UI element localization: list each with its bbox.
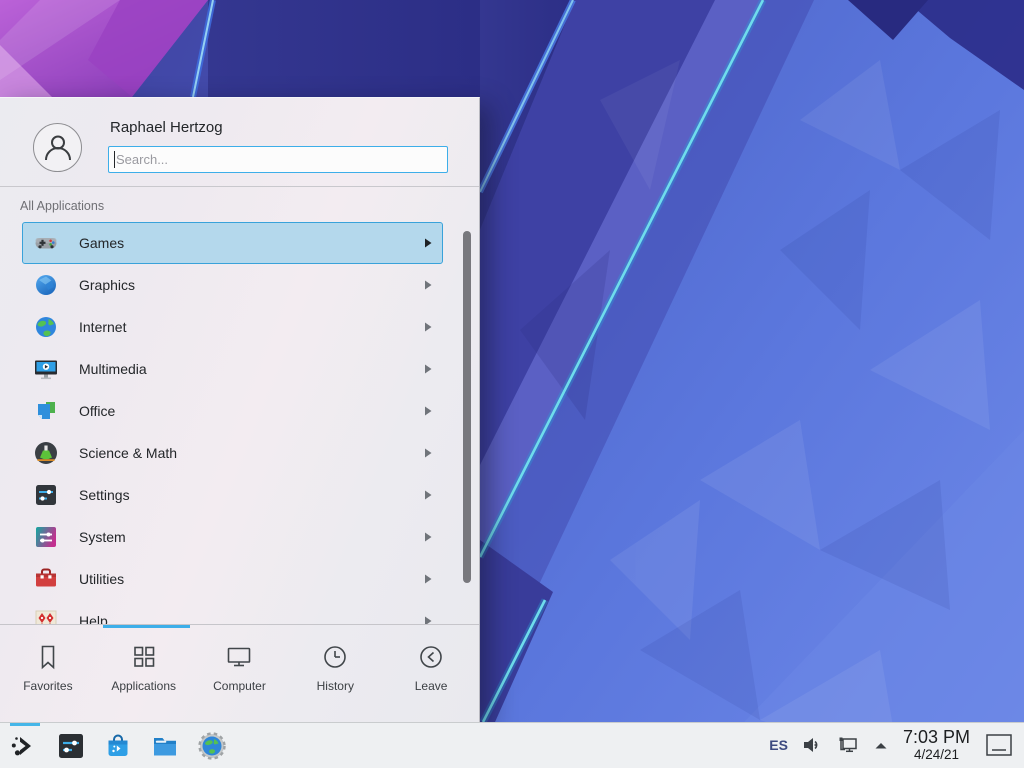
category-help[interactable]: Help xyxy=(22,600,443,625)
category-label: Internet xyxy=(79,319,126,335)
submenu-arrow-icon xyxy=(424,364,432,374)
clock-time: 7:03 PM xyxy=(903,728,970,747)
clock-icon xyxy=(320,642,350,672)
office-icon xyxy=(33,398,59,424)
category-list: Games Graphics xyxy=(0,218,479,625)
tab-label: Applications xyxy=(111,679,176,693)
application-launcher-menu: Raphael Hertzog All Applications xyxy=(0,97,480,722)
system-settings-icon xyxy=(56,731,86,761)
category-graphics[interactable]: Graphics xyxy=(22,264,443,306)
category-science-math[interactable]: Science & Math xyxy=(22,432,443,474)
system-settings-button[interactable] xyxy=(55,730,87,762)
submenu-arrow-icon xyxy=(424,322,432,332)
submenu-arrow-icon xyxy=(424,406,432,416)
launcher-footer: Favorites Applications Computer xyxy=(0,624,479,722)
menu-scrollbar[interactable] xyxy=(463,231,471,583)
file-manager-button[interactable] xyxy=(149,730,181,762)
tab-leave[interactable]: Leave xyxy=(383,642,479,722)
tab-favorites[interactable]: Favorites xyxy=(0,642,96,722)
network-icon xyxy=(837,735,859,755)
monitor-icon xyxy=(224,642,254,672)
category-label: Settings xyxy=(79,487,130,503)
category-label: Graphics xyxy=(79,277,135,293)
category-office[interactable]: Office xyxy=(22,390,443,432)
kde-launcher-icon xyxy=(9,731,39,761)
keyboard-layout-indicator[interactable]: ES xyxy=(769,737,788,753)
category-label: Science & Math xyxy=(79,445,177,461)
tab-label: History xyxy=(317,679,354,693)
clock-date: 4/24/21 xyxy=(903,748,970,763)
tab-history[interactable]: History xyxy=(287,642,383,722)
submenu-arrow-icon xyxy=(424,574,432,584)
discover-button[interactable] xyxy=(102,730,134,762)
user-avatar[interactable] xyxy=(33,123,82,172)
web-browser-button[interactable] xyxy=(196,730,228,762)
category-internet[interactable]: Internet xyxy=(22,306,443,348)
launcher-header: Raphael Hertzog xyxy=(0,98,479,187)
submenu-arrow-icon xyxy=(424,280,432,290)
caret-up-icon xyxy=(873,738,889,752)
internet-icon xyxy=(33,314,59,340)
user-name: Raphael Hertzog xyxy=(110,119,223,136)
category-label: System xyxy=(79,529,126,545)
settings-icon xyxy=(33,482,59,508)
volume-button[interactable] xyxy=(802,735,823,755)
network-button[interactable] xyxy=(837,735,859,755)
search-field-wrap xyxy=(108,146,448,173)
expand-tray-button[interactable] xyxy=(873,738,889,752)
category-settings[interactable]: Settings xyxy=(22,474,443,516)
grid-icon xyxy=(129,642,159,672)
bookmark-icon xyxy=(33,642,63,672)
category-label: Games xyxy=(79,235,124,251)
games-icon xyxy=(33,230,59,256)
system-icon xyxy=(33,524,59,550)
category-label: Office xyxy=(79,403,115,419)
section-label: All Applications xyxy=(20,199,104,213)
utilities-icon xyxy=(33,566,59,592)
tab-label: Favorites xyxy=(23,679,72,693)
active-task-indicator xyxy=(10,723,40,726)
category-games[interactable]: Games xyxy=(22,222,443,264)
science-icon xyxy=(33,440,59,466)
search-input[interactable] xyxy=(108,146,448,173)
show-desktop-icon xyxy=(984,731,1014,759)
show-desktop-button[interactable] xyxy=(984,730,1014,760)
submenu-arrow-icon xyxy=(424,532,432,542)
category-utilities[interactable]: Utilities xyxy=(22,558,443,600)
category-multimedia[interactable]: Multimedia xyxy=(22,348,443,390)
application-launcher-button[interactable] xyxy=(8,730,40,762)
submenu-arrow-icon xyxy=(424,490,432,500)
category-label: Multimedia xyxy=(79,361,147,377)
tab-label: Computer xyxy=(213,679,266,693)
tab-label: Leave xyxy=(415,679,448,693)
active-tab-indicator xyxy=(103,625,190,628)
category-system[interactable]: System xyxy=(22,516,443,558)
taskbar-panel: ES 7:03 PM 4/24/21 xyxy=(0,722,1024,768)
user-icon xyxy=(41,131,75,165)
category-label: Utilities xyxy=(79,571,124,587)
submenu-arrow-icon xyxy=(424,448,432,458)
graphics-icon xyxy=(33,272,59,298)
multimedia-icon xyxy=(33,356,59,382)
tab-computer[interactable]: Computer xyxy=(192,642,288,722)
volume-icon xyxy=(802,735,823,755)
tab-applications[interactable]: Applications xyxy=(96,642,192,722)
submenu-arrow-icon xyxy=(424,238,432,248)
digital-clock[interactable]: 7:03 PM 4/24/21 xyxy=(903,728,970,762)
leave-icon xyxy=(416,642,446,672)
discover-icon xyxy=(103,731,133,761)
help-icon xyxy=(33,608,59,625)
folder-icon xyxy=(150,731,180,761)
globe-gear-icon xyxy=(197,731,227,761)
